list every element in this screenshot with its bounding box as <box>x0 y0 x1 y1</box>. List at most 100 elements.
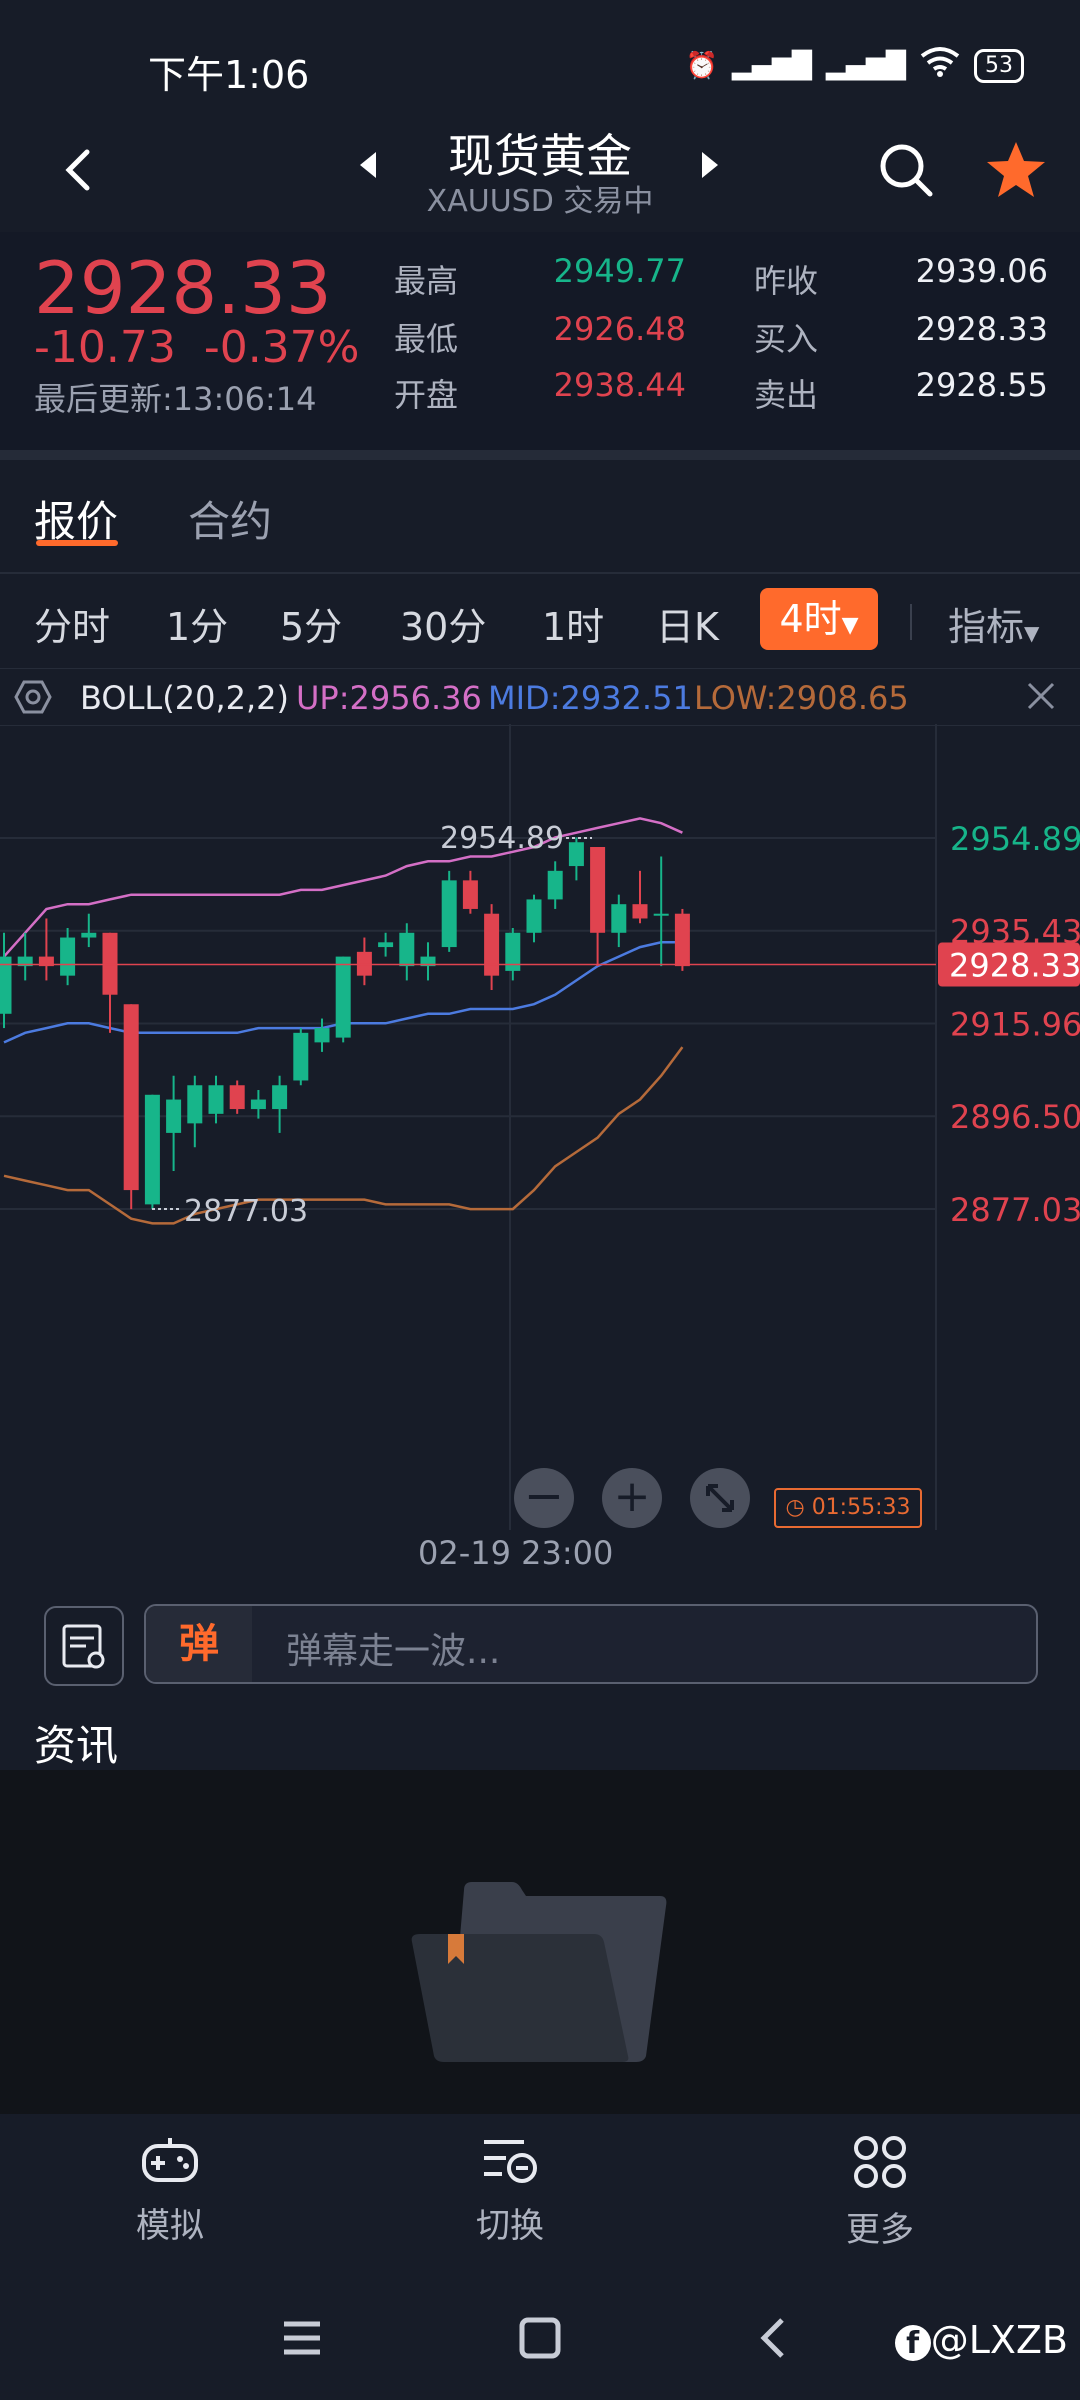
wifi-icon <box>920 46 960 85</box>
price-change: -10.73 -0.37% <box>34 322 359 373</box>
candle <box>674 908 690 971</box>
candle-body <box>102 932 118 995</box>
system-nav-bar: f @LXZB <box>0 2284 1080 2400</box>
candle <box>229 1080 245 1114</box>
quote-panel: 2928.33 -10.73 -0.37% 最后更新:13:06:14 最高 2… <box>0 232 1080 450</box>
candle-countdown: ◷ 01:55:33 <box>774 1488 922 1528</box>
candle-body <box>166 1099 182 1133</box>
candle <box>420 942 436 981</box>
period-day[interactable]: 日K <box>656 596 719 651</box>
y-axis-label: 2954.89 <box>950 820 1080 858</box>
candle-body <box>229 1085 245 1110</box>
menu-icon[interactable] <box>280 2318 324 2362</box>
empty-folder-icon <box>411 1882 667 2062</box>
nav-simulate-label: 模拟 <box>136 2206 204 2246</box>
facebook-icon: f <box>894 2324 931 2361</box>
bottom-nav: 模拟 切换 更多 <box>0 2114 1080 2284</box>
alarm-icon: ⏰ <box>685 50 719 81</box>
signal-icon-2: ▂▄▆█ <box>826 50 906 81</box>
tab-bar: 报价 合约 <box>0 460 1080 574</box>
candle-body <box>272 1085 288 1110</box>
candle-body <box>484 913 500 976</box>
home-icon[interactable] <box>518 2316 562 2364</box>
zoom-in-button[interactable]: + <box>602 1468 662 1528</box>
period-1m[interactable]: 1分 <box>166 596 228 651</box>
period-30m[interactable]: 30分 <box>400 596 486 651</box>
comment-bar: 弹 弹幕走一波... <box>0 1590 1080 1700</box>
period-4h[interactable]: 4时▼ <box>760 588 878 650</box>
expand-icon <box>706 1484 734 1512</box>
indicators-dropdown[interactable]: 指标▼ <box>948 596 1039 651</box>
period-bar: 分时 1分 5分 30分 1时 日K 4时▼ 指标▼ <box>0 574 1080 668</box>
candle <box>462 870 478 914</box>
switch-icon <box>484 2140 537 2183</box>
low-annotation: 2877.03 <box>184 1194 308 1229</box>
close-icon[interactable] <box>1026 681 1056 715</box>
news-panel <box>0 1770 1080 2114</box>
candle <box>123 1004 139 1210</box>
candle <box>484 904 500 990</box>
period-separator <box>910 604 912 640</box>
watermark-text: @LXZB <box>930 2318 1068 2362</box>
nav-switch-label: 切换 <box>476 2206 544 2246</box>
system-back-icon[interactable] <box>758 2316 788 2364</box>
search-icon <box>880 144 933 197</box>
y-axis-label: 2896.50 <box>950 1098 1080 1136</box>
candle <box>547 861 563 909</box>
section-divider <box>0 450 1080 460</box>
candle <box>0 932 12 1029</box>
favorite-button[interactable] <box>976 130 1056 210</box>
high-label: 最高 <box>394 262 459 300</box>
nav-more[interactable]: 更多 <box>800 2134 960 2251</box>
open-label: 开盘 <box>394 376 459 414</box>
period-4h-label: 4时 <box>779 597 842 641</box>
zoom-out-button[interactable]: − <box>514 1468 574 1528</box>
bid-label: 买入 <box>754 320 819 358</box>
settings-icon[interactable] <box>14 679 52 719</box>
memo-icon <box>62 1624 105 1669</box>
low-value: 2926.48 <box>553 310 686 348</box>
candle <box>356 937 372 986</box>
candle-body <box>611 904 627 933</box>
candle <box>102 932 118 1033</box>
candle-body <box>293 1032 309 1081</box>
candle <box>441 870 457 952</box>
search-button[interactable] <box>866 130 946 210</box>
last-price: 2928.33 <box>34 246 332 330</box>
tab-contract[interactable]: 合约 <box>188 488 272 549</box>
candle <box>568 837 584 881</box>
low-label: 最低 <box>394 320 459 358</box>
signal-icon: ▂▄▆█ <box>732 50 813 81</box>
candle <box>632 870 648 924</box>
countdown-value: 01:55:33 <box>811 1495 911 1520</box>
candle-body <box>335 956 351 1038</box>
candle <box>611 894 627 948</box>
memo-button[interactable] <box>44 1606 124 1686</box>
fullscreen-button[interactable] <box>690 1468 750 1528</box>
period-5m[interactable]: 5分 <box>280 596 342 651</box>
candle <box>272 1075 288 1133</box>
chevron-down-icon: ▼ <box>841 613 859 638</box>
candle-body <box>568 842 584 867</box>
clock-icon: ◷ <box>785 1495 812 1520</box>
tab-active-indicator <box>36 540 118 546</box>
candle-body <box>144 1094 160 1205</box>
danmaku-input[interactable]: 弹 弹幕走一波... <box>144 1604 1038 1684</box>
candlestick-chart[interactable]: 2954.89 2935.43 2915.96 2896.50 2877.03 2928… <box>0 724 1080 1530</box>
candle-body <box>653 913 669 916</box>
danmaku-placeholder: 弹幕走一波... <box>286 1631 501 1672</box>
nav-switch[interactable]: 切换 <box>430 2134 590 2247</box>
period-timeshare[interactable]: 分时 <box>34 596 110 651</box>
candle-body <box>208 1085 224 1114</box>
candle-body <box>123 1004 139 1191</box>
candle-body <box>441 880 457 948</box>
candle <box>166 1075 182 1172</box>
candle-body <box>632 904 648 919</box>
nav-simulate[interactable]: 模拟 <box>90 2134 250 2247</box>
period-1h[interactable]: 1时 <box>542 596 604 651</box>
next-symbol-icon[interactable] <box>700 150 722 184</box>
boll-lower-line <box>3 1046 684 1225</box>
chevron-down-icon: ▼ <box>1024 621 1040 645</box>
candle-body <box>547 870 563 900</box>
high-value: 2949.77 <box>553 252 686 290</box>
